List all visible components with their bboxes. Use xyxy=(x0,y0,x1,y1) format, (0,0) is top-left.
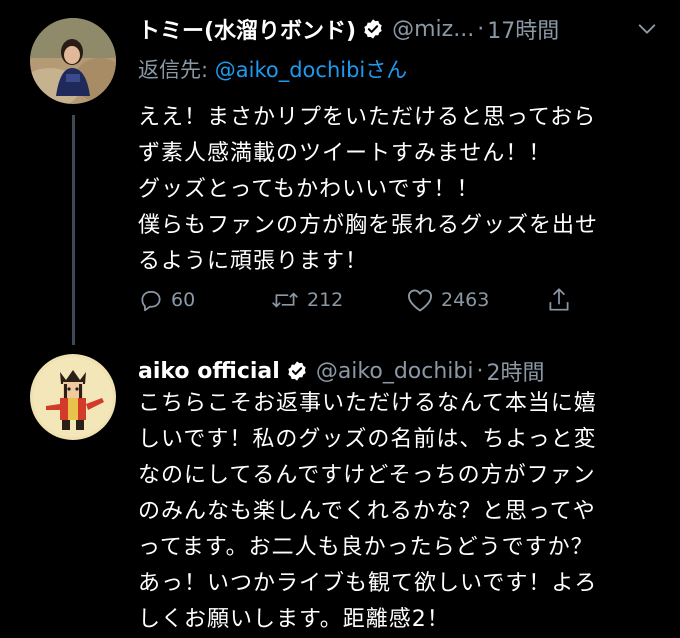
display-name[interactable]: aiko official xyxy=(138,359,280,384)
separator-dot: · xyxy=(477,16,485,42)
tweet-text-line: しいです！私のグッズの名前は、ちよっと変 xyxy=(138,427,597,452)
avatar-tommy[interactable] xyxy=(30,18,116,104)
tweet-text-line: ず素人感満載のツイートすみません！！ xyxy=(138,141,552,166)
heart-icon xyxy=(407,289,433,312)
tweet-text-line: しくお願いします。距離感2！ xyxy=(138,607,450,632)
tweet-text-line: 僕らもファンの方が胸を張れるグッズを出せ xyxy=(138,213,599,238)
share-icon xyxy=(549,288,569,311)
tweet-header: トミー(水溜りボンド) @miz... · 17時間 xyxy=(138,12,658,46)
timestamp[interactable]: 17時間 xyxy=(487,13,559,45)
thread-connector-line xyxy=(72,115,75,345)
reply-honorific[interactable]: さん xyxy=(365,58,407,82)
reply-to-line: 返信先: @aiko_dochibiさん xyxy=(138,54,407,84)
tweet-text-line: あっ！いつかライブも観て欲しいです！よろ xyxy=(138,571,598,596)
reply-label: 返信先: xyxy=(138,58,209,82)
avatar-aiko[interactable] xyxy=(30,354,116,440)
like-count: 2463 xyxy=(441,289,490,311)
tweet-text-line: こちらこそお返事いただけるなんて本当に嬉 xyxy=(138,391,597,416)
reply-count: 60 xyxy=(171,289,196,311)
tweet-text-line: ええ！まさかリプをいただけると思っておら xyxy=(138,105,597,130)
retweet-button[interactable]: 212 xyxy=(270,283,343,317)
reply-button[interactable]: 60 xyxy=(138,283,195,317)
separator-dot: · xyxy=(476,358,484,384)
display-name[interactable]: トミー(水溜りボンド) xyxy=(138,13,356,45)
user-handle[interactable]: @aiko_dochibi xyxy=(316,359,474,384)
tweet-text: ええ！まさかリプをいただけると思っておら ず素人感満載のツイートすみません！！ … xyxy=(138,100,658,280)
tweet-text-line: なのにしてるんですけどそっちの方がファン xyxy=(138,463,596,488)
verified-badge-icon xyxy=(364,19,382,39)
timestamp[interactable]: 2時間 xyxy=(487,355,545,387)
tweet-text-line: のみんなも楽しんでくれるかな？と思ってや xyxy=(138,499,596,524)
tweet-text-line: ってます。お二人も良かったらどうですか？ xyxy=(138,535,594,560)
share-button[interactable] xyxy=(546,283,579,317)
verified-badge-icon xyxy=(288,361,306,381)
user-handle[interactable]: @miz... xyxy=(392,17,474,42)
tweet-actions: 60 212 2463 xyxy=(138,283,608,317)
like-button[interactable]: 2463 xyxy=(406,283,489,317)
tweet-header: aiko official @aiko_dochibi · 2時間 xyxy=(138,354,658,388)
tweet-text-line: グッズとってもかわいいです！！ xyxy=(138,177,480,202)
chevron-down-icon[interactable] xyxy=(636,18,658,40)
tweet-text-line: るように頑張ります！ xyxy=(138,249,369,274)
retweet-count: 212 xyxy=(307,289,344,311)
reply-mention-link[interactable]: @aiko_dochibi xyxy=(215,58,366,82)
tweet-text: こちらこそお返事いただけるなんて本当に嬉 しいです！私のグッズの名前は、ちよっと… xyxy=(138,386,658,638)
retweet-icon xyxy=(272,292,298,308)
reply-icon xyxy=(141,291,161,312)
